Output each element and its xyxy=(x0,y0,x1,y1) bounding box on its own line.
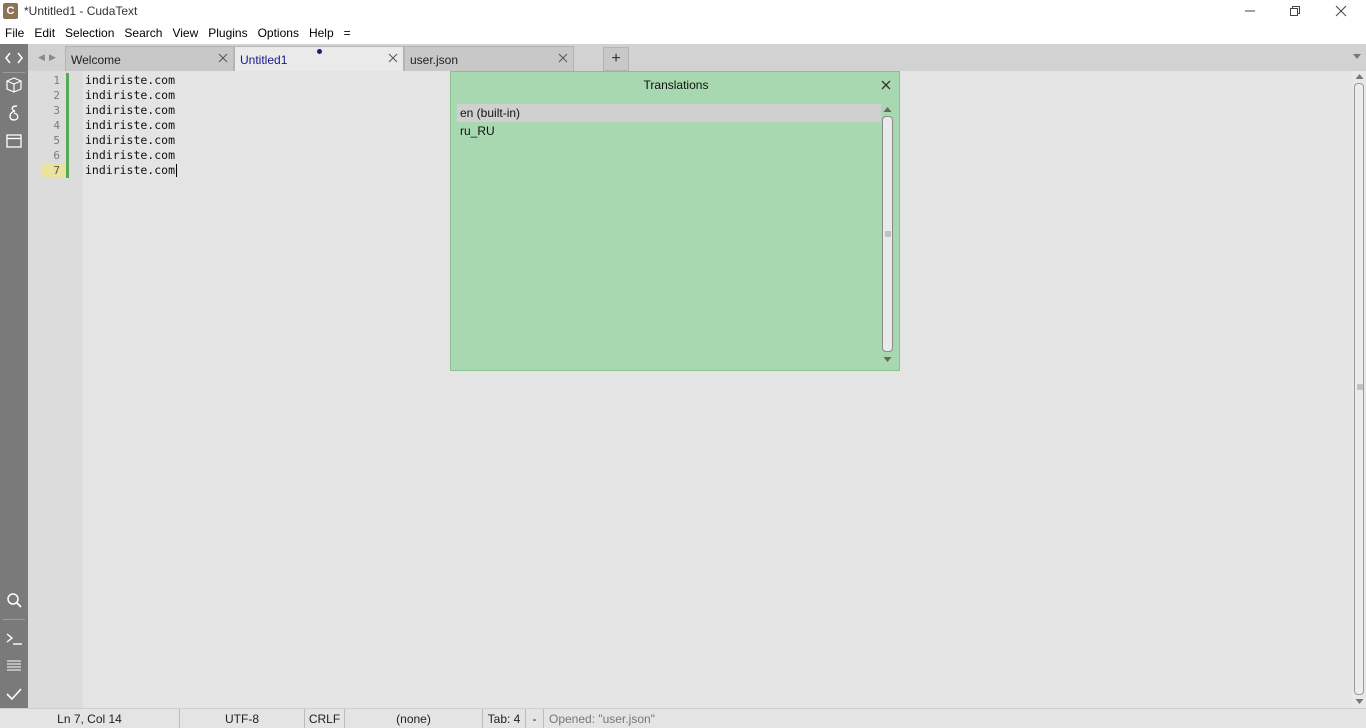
code-tree-icon[interactable] xyxy=(3,47,25,69)
code-line[interactable]: indiriste.com xyxy=(85,88,175,103)
menu-file[interactable]: File xyxy=(0,22,29,44)
modified-line-marker xyxy=(66,133,69,148)
snippets-icon[interactable] xyxy=(3,102,25,124)
status-line-ending[interactable]: CRLF xyxy=(305,709,345,728)
menu-plugins[interactable]: Plugins xyxy=(203,22,252,44)
code-line[interactable]: indiriste.com xyxy=(85,163,175,178)
restore-icon xyxy=(1290,6,1300,16)
scroll-down-arrow-icon[interactable] xyxy=(883,356,892,363)
menu-search[interactable]: Search xyxy=(119,22,167,44)
list-item-en[interactable]: en (built-in) xyxy=(457,104,881,122)
tab-scroll-right-icon[interactable]: ▶ xyxy=(49,52,56,63)
translations-dialog: Translations en (built-in) ru_RU xyxy=(450,71,900,371)
tab-label: user.json xyxy=(410,53,459,67)
line-number: 3 xyxy=(53,104,60,117)
line-number: 5 xyxy=(53,134,60,147)
restore-button[interactable] xyxy=(1272,0,1318,22)
menu-view[interactable]: View xyxy=(167,22,203,44)
tab-close-icon[interactable] xyxy=(387,52,399,64)
line-number-current: 7 xyxy=(42,163,66,178)
status-separator: - xyxy=(526,709,544,728)
tab-untitled1[interactable]: Untitled1 xyxy=(234,46,404,71)
modified-line-marker xyxy=(66,88,69,103)
tab-user-json[interactable]: user.json xyxy=(404,46,574,71)
modified-line-marker xyxy=(66,148,69,163)
dialog-title: Translations xyxy=(643,78,709,92)
minimize-button[interactable] xyxy=(1227,0,1273,22)
code-line[interactable]: indiriste.com xyxy=(85,103,175,118)
code-line[interactable]: indiriste.com xyxy=(85,118,175,133)
validate-icon[interactable] xyxy=(3,683,25,705)
tab-close-icon[interactable] xyxy=(557,52,569,64)
status-lexer[interactable]: (none) xyxy=(345,709,483,728)
tab-label: Untitled1 xyxy=(240,53,288,67)
line-number: 1 xyxy=(53,74,60,87)
modified-indicator-icon xyxy=(317,49,322,54)
menu-extra[interactable]: = xyxy=(339,22,356,44)
menu-help[interactable]: Help xyxy=(304,22,339,44)
title-bar: C *Untitled1 - CudaText xyxy=(0,0,1366,22)
status-caret-position[interactable]: Ln 7, Col 14 xyxy=(0,709,180,728)
status-tab-size[interactable]: Tab: 4 xyxy=(483,709,526,728)
modified-line-marker xyxy=(66,103,69,118)
scrollbar-thumb[interactable] xyxy=(882,116,893,352)
close-icon xyxy=(1335,5,1347,17)
scrollbar-thumb[interactable] xyxy=(1354,83,1364,695)
status-message: Opened: "user.json" xyxy=(549,712,655,726)
tabs-icon[interactable] xyxy=(3,130,25,152)
line-number: 6 xyxy=(53,149,60,162)
tab-close-icon[interactable] xyxy=(217,52,229,64)
modified-line-marker xyxy=(66,73,69,88)
translations-list[interactable]: en (built-in) ru_RU xyxy=(457,104,881,366)
console-icon[interactable] xyxy=(3,628,25,650)
code-line[interactable]: indiriste.com xyxy=(85,133,175,148)
scroll-up-arrow-icon[interactable] xyxy=(1355,73,1364,80)
project-icon[interactable] xyxy=(3,74,25,96)
new-tab-button[interactable]: + xyxy=(603,47,629,71)
line-number: 2 xyxy=(53,89,60,102)
scroll-down-arrow-icon[interactable] xyxy=(1355,698,1364,705)
scroll-up-arrow-icon[interactable] xyxy=(883,106,892,113)
translations-list-scrollbar[interactable] xyxy=(881,104,895,366)
close-window-button[interactable] xyxy=(1318,0,1364,22)
tab-scroll-left-icon[interactable]: ◀ xyxy=(38,52,45,63)
menu-options[interactable]: Options xyxy=(253,22,304,44)
search-icon[interactable] xyxy=(3,589,25,611)
line-number-gutter: 1 2 3 4 5 6 7 xyxy=(28,71,83,708)
dialog-close-icon[interactable] xyxy=(880,79,892,91)
editor-vertical-scrollbar[interactable] xyxy=(1352,71,1366,708)
side-toolbar xyxy=(0,44,28,708)
tab-welcome[interactable]: Welcome xyxy=(65,46,234,71)
output-icon[interactable] xyxy=(3,655,25,677)
tab-bar: ◀ ▶ Welcome Untitled1 user.json + xyxy=(28,44,1366,71)
minimize-icon xyxy=(1245,10,1255,12)
menu-edit[interactable]: Edit xyxy=(29,22,60,44)
menu-bar: File Edit Selection Search View Plugins … xyxy=(0,22,1366,44)
app-logo-icon: C xyxy=(3,3,18,19)
modified-line-marker xyxy=(66,118,69,133)
status-encoding[interactable]: UTF-8 xyxy=(180,709,305,728)
window-title: *Untitled1 - CudaText xyxy=(24,4,138,18)
code-line[interactable]: indiriste.com xyxy=(85,148,175,163)
status-bar: Ln 7, Col 14 UTF-8 CRLF (none) Tab: 4 - … xyxy=(0,708,1366,728)
tab-label: Welcome xyxy=(71,53,121,67)
line-number: 4 xyxy=(53,119,60,132)
menu-selection[interactable]: Selection xyxy=(60,22,119,44)
modified-line-marker xyxy=(66,163,69,178)
code-line[interactable]: indiriste.com xyxy=(85,73,175,88)
tabs-menu-chevron-down-icon[interactable] xyxy=(1352,53,1362,61)
text-caret xyxy=(176,164,177,177)
list-item-ru[interactable]: ru_RU xyxy=(457,122,881,140)
